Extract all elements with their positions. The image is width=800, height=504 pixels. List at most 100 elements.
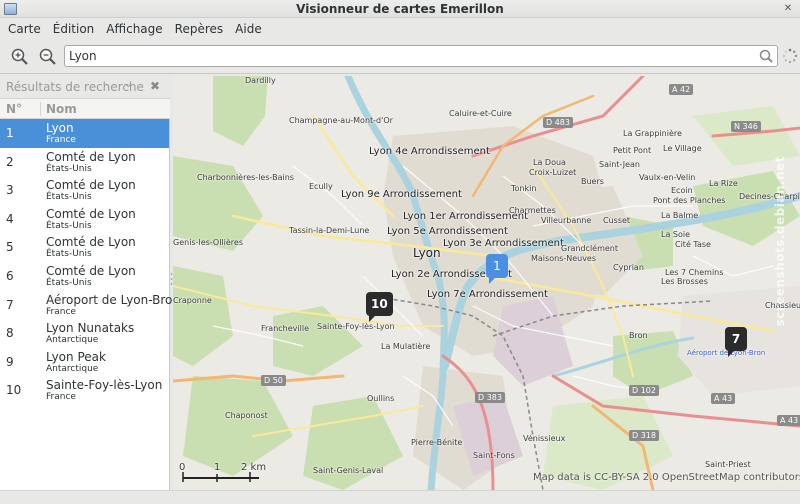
result-number: 6 [6,268,14,283]
app-window: Visionneur de cartes Emerillon ✕ Carte É… [0,0,800,504]
close-icon[interactable]: ✕ [782,3,794,15]
road-shield-a42: A 42 [669,84,694,95]
label-ecoin: Ecoin [671,186,693,195]
menu-aide[interactable]: Aide [229,22,268,36]
result-country: France [46,306,76,317]
label-ecully: Ecully [309,182,333,191]
result-row[interactable]: 9 Lyon Peak Antarctique [0,348,169,377]
results-column-header: N° Nom [0,99,170,119]
result-number: 8 [6,326,14,341]
label-craponne: Craponne [173,296,212,305]
result-name: Aéroport de Lyon-Bron [46,292,181,307]
label-larize: La Rize [709,179,738,188]
label-ladoua: La Doua [533,158,566,167]
zoom-out-icon [39,48,56,65]
label-saintgenis: Saint-Genis-Laval [313,466,384,475]
road-shield-d483: D 483 [543,117,573,128]
result-row[interactable]: 7 Aéroport de Lyon-Bron France [0,291,180,320]
result-row[interactable]: 10 Sainte-Foy-lès-Lyon France [0,376,169,405]
result-row[interactable]: 2 Comté de Lyon États-Unis [0,148,169,177]
result-country: États-Unis [46,249,92,260]
label-lyon3: Lyon 3e Arrondissement [443,238,564,249]
result-marker-1[interactable]: 1 [486,254,508,284]
road-shield-d383: D 383 [475,392,505,403]
result-name: Lyon Nunataks [46,321,135,336]
zoom-in-button[interactable] [10,47,30,67]
map-view[interactable]: Dardilly Caluire-et-Cuire Champagne-au-M… [173,76,800,490]
result-row[interactable]: 5 Comté de Lyon États-Unis [0,233,169,262]
label-chaponost: Chaponost [225,411,268,420]
label-citetase: Cité Tase [675,240,711,249]
close-sidebar-icon[interactable]: ✖ [150,79,160,93]
menu-reperes[interactable]: Repères [169,22,230,36]
menu-edition[interactable]: Édition [47,22,101,36]
label-lyon9: Lyon 9e Arrondissement [341,189,462,200]
label-francheville: Francheville [261,324,309,333]
label-bron: Bron [629,331,648,340]
result-number: 3 [6,183,14,198]
label-saintpriest: Saint-Priest [705,460,751,469]
scale-label-2: 2 km [241,462,267,473]
label-cusset: Cusset [603,216,631,225]
status-bar [0,490,800,504]
label-mulatiere: La Mulatière [381,342,431,351]
result-country: États-Unis [46,192,92,203]
menu-affichage[interactable]: Affichage [100,22,168,36]
result-country: Antarctique [46,363,99,374]
road-shield-d50: D 50 [261,375,286,386]
map-attribution: Map data is CC-BY-SA 2.0 OpenStreetMap c… [533,472,800,483]
result-marker-7[interactable]: 7 [725,327,747,357]
zoom-in-icon [11,48,28,65]
result-row[interactable]: 3 Comté de Lyon États-Unis [0,176,169,205]
label-grappiniere: La Grappinière [623,129,682,138]
result-country: France [46,135,76,145]
label-venissieux: Vénissieux [523,434,566,443]
result-country: États-Unis [46,277,92,288]
result-row[interactable]: 1 Lyon France [0,119,169,148]
column-no[interactable]: N° [6,102,22,116]
result-marker-10-number: 10 [371,297,388,311]
result-number: 1 [6,126,14,140]
result-row[interactable]: 6 Comté de Lyon États-Unis [0,262,169,291]
result-country: États-Unis [46,163,92,174]
result-number: 4 [6,211,14,226]
search-field[interactable] [64,45,778,67]
result-name: Comté de Lyon [46,263,136,278]
title-bar: Visionneur de cartes Emerillon ✕ [0,0,800,18]
label-decines: Decines-Charpieu [739,192,800,201]
label-charbonnieres: Charbonnières-les-Bains [197,173,294,182]
result-name: Lyon [46,121,74,135]
search-icon[interactable] [758,48,774,64]
result-name: Sainte-Foy-lès-Lyon [46,378,163,393]
result-row[interactable]: 8 Lyon Nunataks Antarctique [0,319,169,348]
road-shield-a43: A 43 [711,393,736,404]
menu-bar: Carte Édition Affichage Repères Aide [0,18,800,40]
result-marker-10[interactable]: 10 [366,292,393,322]
label-saintefoy: Sainte-Foy-lès-Lyon [317,322,395,331]
search-input[interactable] [69,48,749,64]
result-country: Antarctique [46,335,99,346]
spinner-icon [783,48,798,64]
result-marker-7-number: 7 [731,332,741,346]
label-buers: Buers [581,177,604,186]
label-maisonsneuves: Maisons-Neuves [531,254,597,263]
label-levillage: Le Village [663,144,702,153]
zoom-out-button[interactable] [38,47,58,67]
label-villeurbanne: Villeurbanne [541,216,592,225]
road-shield-n346: N 346 [731,121,761,132]
sidebar: Résultats de recherche ⌄ ✖ N° Nom 1 Lyon F… [0,75,180,490]
column-name[interactable]: Nom [46,102,77,116]
result-number: 2 [6,154,14,169]
chevron-down-icon[interactable]: ⌄ [124,79,132,90]
label-cyprian: Cyprian [613,263,644,272]
result-number: 5 [6,240,14,255]
result-name: Comté de Lyon [46,149,136,164]
label-saintjean: Saint-Jean [599,160,640,169]
result-name: Comté de Lyon [46,206,136,221]
menu-carte[interactable]: Carte [2,22,47,36]
label-oullins: Oullins [367,394,395,403]
result-row[interactable]: 4 Comté de Lyon États-Unis [0,205,169,234]
map-scale: 0 1 2 km [179,460,269,486]
window-title: Visionneur de cartes Emerillon [296,2,504,16]
label-brosses: Les Brosses [661,277,708,286]
